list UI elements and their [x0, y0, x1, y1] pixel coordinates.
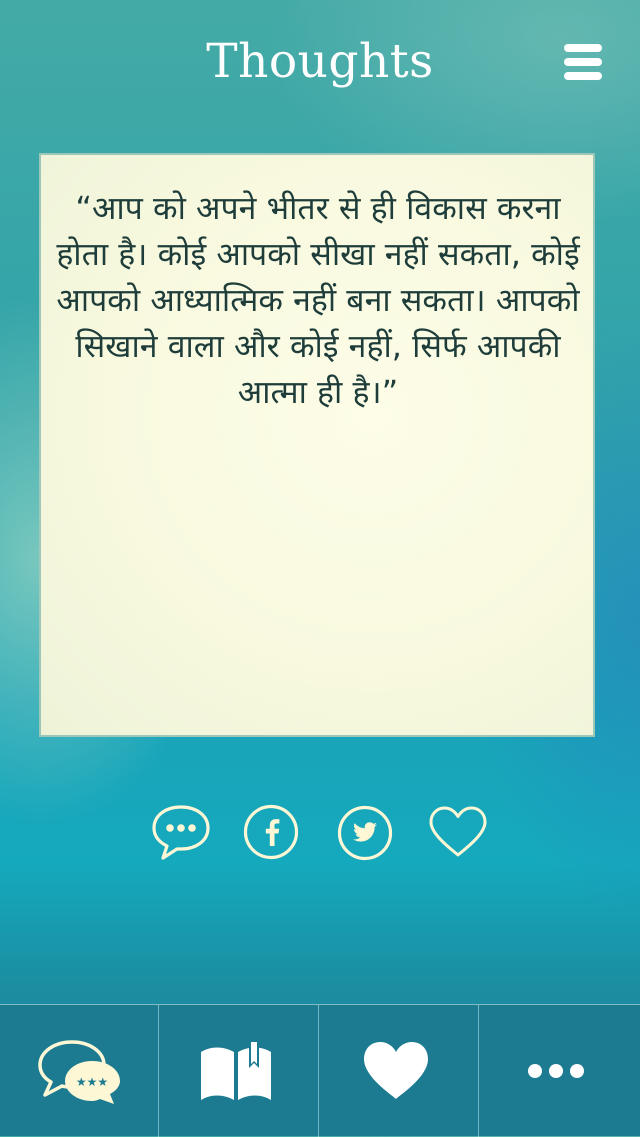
heart-filled-icon — [364, 1042, 428, 1099]
twitter-icon[interactable] — [337, 805, 393, 861]
menu-bar-middle — [564, 58, 602, 66]
tab-more[interactable] — [479, 1005, 640, 1137]
tab-quotes[interactable]: ★★★ — [0, 1005, 159, 1137]
tab-favorites[interactable] — [319, 1005, 478, 1137]
heart-outline-icon[interactable] — [427, 804, 489, 860]
quote-card: “आप को अपने भीतर से ही विकास करना होता ह… — [39, 153, 595, 737]
share-row — [0, 800, 640, 870]
tab-book[interactable] — [159, 1005, 318, 1137]
hamburger-menu-icon[interactable] — [564, 44, 604, 82]
message-bubble-icon[interactable] — [150, 802, 212, 862]
menu-bar-top — [564, 44, 602, 52]
quote-text: “आप को अपने भीतर से ही विकास करना होता ह… — [56, 189, 580, 411]
more-dots-icon — [528, 1064, 584, 1078]
page-title: Thoughts — [206, 34, 434, 89]
stars-glyph: ★★★ — [76, 1075, 108, 1089]
chat-bubbles-stars-icon: ★★★ — [38, 1040, 120, 1104]
facebook-icon[interactable] — [243, 804, 299, 860]
header: Thoughts — [0, 0, 640, 130]
open-book-icon — [201, 1042, 271, 1100]
menu-bar-bottom — [564, 72, 602, 80]
tab-bar: ★★★ — [0, 1004, 640, 1137]
